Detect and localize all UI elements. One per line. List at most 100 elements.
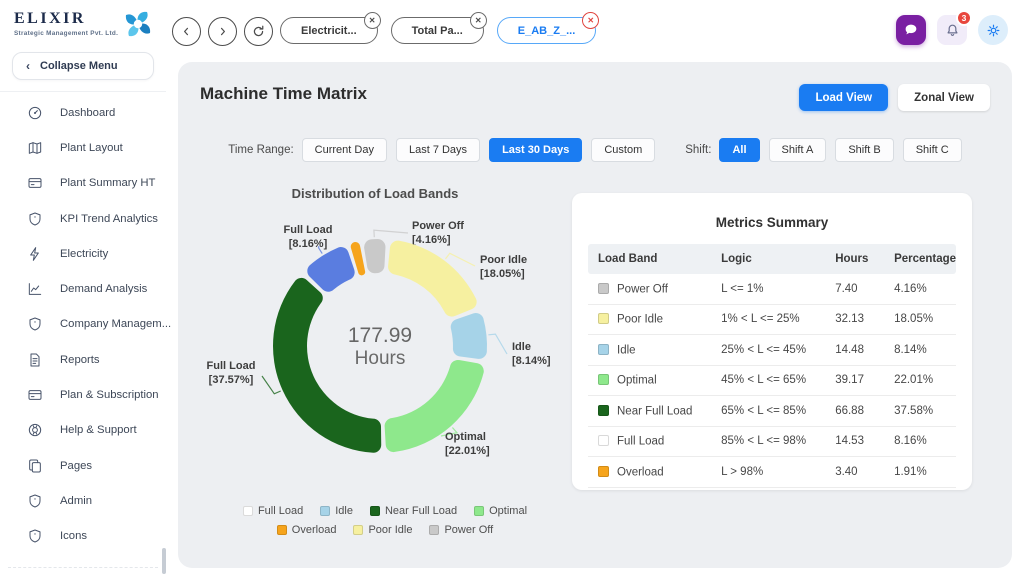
band-hours: 3.40 <box>827 457 886 488</box>
table-row-idle: Idle 25% < L <= 45% 14.48 8.14% <box>588 335 956 366</box>
shift-option-shift-a[interactable]: Shift A <box>769 138 827 162</box>
tab-chip-electricit[interactable]: Electricit... ✕ <box>280 17 378 44</box>
legend-swatch <box>353 525 363 535</box>
logo-title: ELIXIR <box>14 10 118 28</box>
band-swatch <box>598 374 609 385</box>
chart-legend: Full Load Idle Near Full Load Optimal Ov… <box>190 498 580 536</box>
page-title: Machine Time Matrix <box>200 84 367 104</box>
view-button-load-view[interactable]: Load View <box>799 84 888 111</box>
shift-option-shift-b[interactable]: Shift B <box>835 138 893 162</box>
donut-segment-idle[interactable] <box>451 313 487 359</box>
chat-button[interactable] <box>896 15 926 45</box>
legend-item-full-load[interactable]: Full Load <box>243 505 303 517</box>
bolt-icon <box>27 246 43 262</box>
gear-icon <box>985 22 1002 39</box>
logo-subtitle: Strategic Management Pvt. Ltd. <box>14 30 118 37</box>
sidebar-item-plant-layout[interactable]: Plant Layout <box>0 130 166 165</box>
donut-label: Power Off <box>412 220 464 232</box>
legend-item-optimal[interactable]: Optimal <box>474 505 527 517</box>
sidebar-item-help-support[interactable]: Help & Support <box>0 413 166 448</box>
band-swatch <box>598 405 609 416</box>
time-range-option-last-30-days[interactable]: Last 30 Days <box>489 138 582 162</box>
sidebar-item-label: Company Managem... <box>60 318 171 330</box>
tab-chip-e-ab-z[interactable]: E_AB_Z_... ✕ <box>497 17 596 44</box>
sidebar-menu: Dashboard Plant Layout Plant Summary HT … <box>0 92 166 554</box>
view-button-zonal-view[interactable]: Zonal View <box>898 84 990 111</box>
close-tab-icon[interactable]: ✕ <box>582 12 599 29</box>
tab-label: Electricit... <box>301 25 357 37</box>
band-name: Overload <box>617 466 664 478</box>
shift-option-all[interactable]: All <box>719 138 759 162</box>
band-logic: L <= 1% <box>713 274 827 304</box>
shield-icon <box>27 316 43 332</box>
close-tab-icon[interactable]: ✕ <box>470 12 487 29</box>
nav-forward-button[interactable] <box>208 17 237 46</box>
chevron-left-icon <box>179 24 194 39</box>
tab-chip-total-pa[interactable]: Total Pa... ✕ <box>391 17 484 44</box>
sidebar-item-company-managem[interactable]: Company Managem... <box>0 307 166 342</box>
donut-segment-full-load[interactable] <box>307 247 354 292</box>
table-row-optimal: Optimal 45% < L <= 65% 39.17 22.01% <box>588 365 956 396</box>
sidebar-item-label: Plant Layout <box>60 142 123 154</box>
collapse-menu-button[interactable]: ‹ Collapse Menu <box>12 52 154 80</box>
sidebar-item-admin[interactable]: Admin <box>0 483 166 518</box>
sidebar-item-electricity[interactable]: Electricity <box>0 236 166 271</box>
sidebar-item-plant-summary-ht[interactable]: Plant Summary HT <box>0 166 166 201</box>
table-row-power-off: Power Off L <= 1% 7.40 4.16% <box>588 274 956 304</box>
band-hours: 14.48 <box>827 335 886 366</box>
time-range-option-last-7-days[interactable]: Last 7 Days <box>396 138 480 162</box>
filter-bar: Time Range: Current Day Last 7 Days Last 3… <box>178 138 1012 162</box>
donut-label-pct: [18.05%] <box>480 268 525 280</box>
refresh-button[interactable] <box>244 17 273 46</box>
chat-bubble-icon <box>903 22 919 38</box>
settings-button[interactable] <box>978 15 1008 45</box>
notifications-button[interactable]: 3 <box>937 15 967 45</box>
sidebar-scrollbar[interactable] <box>162 548 166 574</box>
shift-option-shift-c[interactable]: Shift C <box>903 138 962 162</box>
donut-center-unit: Hours <box>355 348 406 369</box>
nav-back-button[interactable] <box>172 17 201 46</box>
time-range-label: Time Range: <box>228 144 293 156</box>
legend-item-idle[interactable]: Idle <box>320 505 353 517</box>
open-tabs: Electricit... ✕ Total Pa... ✕ E_AB_Z_...… <box>280 17 596 44</box>
time-range-option-custom[interactable]: Custom <box>591 138 655 162</box>
band-logic: L > 98% <box>713 457 827 488</box>
band-swatch <box>598 466 609 477</box>
donut-segment-power-off[interactable] <box>364 239 385 273</box>
sidebar-item-kpi-trend-analytics[interactable]: KPI Trend Analytics <box>0 201 166 236</box>
donut-segment-poor-idle[interactable] <box>388 241 477 317</box>
band-swatch <box>598 344 609 355</box>
sidebar-item-reports[interactable]: Reports <box>0 342 166 377</box>
sidebar-item-plan-subscription[interactable]: Plan & Subscription <box>0 377 166 412</box>
sidebar-item-demand-analysis[interactable]: Demand Analysis <box>0 271 166 306</box>
close-tab-icon[interactable]: ✕ <box>364 12 381 29</box>
sidebar-item-pages[interactable]: Pages <box>0 448 166 483</box>
band-hours: 66.88 <box>827 396 886 427</box>
sidebar-item-dashboard[interactable]: Dashboard <box>0 95 166 130</box>
donut-center-value: 177.99 <box>348 324 412 347</box>
band-name: Optimal <box>617 375 657 387</box>
table-row-overload: Overload L > 98% 3.40 1.91% <box>588 457 956 488</box>
donut-label: Full Load <box>284 224 333 236</box>
metrics-summary-title: Metrics Summary <box>572 215 972 230</box>
shift-label: Shift: <box>685 144 711 156</box>
band-logic: 1% < L <= 25% <box>713 304 827 335</box>
donut-label-line <box>374 230 408 237</box>
legend-item-power-off[interactable]: Power Off <box>429 524 493 536</box>
legend-swatch <box>243 506 253 516</box>
legend-label: Optimal <box>489 505 527 517</box>
donut-label-pct: [8.14%] <box>512 355 551 367</box>
chevron-left-icon: ‹ <box>26 60 30 72</box>
time-range-option-current-day[interactable]: Current Day <box>302 138 387 162</box>
legend-item-overload[interactable]: Overload <box>277 524 337 536</box>
document-icon <box>27 352 43 368</box>
legend-label: Poor Idle <box>368 524 412 536</box>
donut-label-pct: [4.16%] <box>412 234 451 246</box>
legend-swatch <box>474 506 484 516</box>
band-swatch <box>598 435 609 446</box>
sidebar-item-icons[interactable]: Icons <box>0 519 166 554</box>
legend-item-poor-idle[interactable]: Poor Idle <box>353 524 412 536</box>
donut-label: Optimal <box>445 431 486 443</box>
table-row-full-load: Full Load 85% < L <= 98% 14.53 8.16% <box>588 426 956 457</box>
legend-item-near-full-load[interactable]: Near Full Load <box>370 505 457 517</box>
